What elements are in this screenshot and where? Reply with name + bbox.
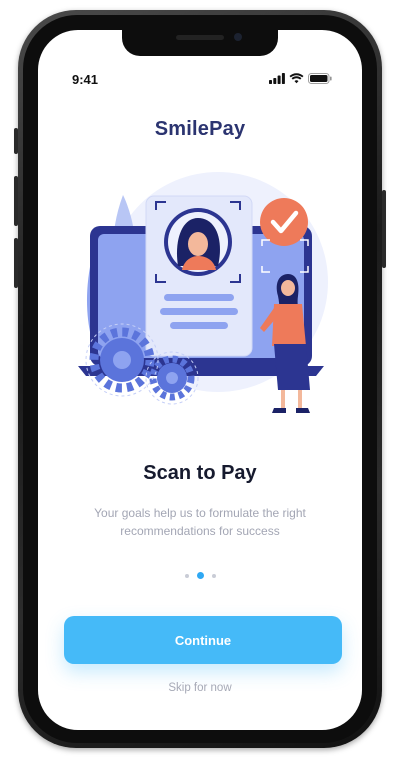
volume-down-button [14, 238, 18, 288]
app-title: SmilePay [154, 118, 246, 140]
onboarding-heading: Scan to Pay [143, 462, 257, 484]
page-indicator [38, 572, 362, 579]
wifi-icon [289, 73, 304, 84]
signal-icon [269, 73, 285, 84]
battery-icon [308, 73, 332, 84]
continue-button[interactable]: Continue [64, 616, 342, 664]
page-dot-3[interactable] [211, 573, 216, 578]
phone-screen: 9:41 SmilePay Scan to Pay Your goals hel… [38, 30, 362, 730]
skip-link[interactable]: Skip for now [38, 682, 362, 694]
status-time: 9:41 [72, 72, 99, 87]
power-button [382, 190, 386, 268]
page-dot-1[interactable] [184, 573, 189, 578]
face-scan-illustration [78, 172, 328, 413]
status-icons [269, 73, 332, 84]
front-camera [234, 33, 242, 41]
page-dot-2-active[interactable] [196, 572, 204, 579]
onboarding-description: Your goals help us to formulate the righ… [94, 506, 306, 538]
notch [122, 30, 278, 56]
volume-up-button [14, 176, 18, 226]
side-button [14, 128, 18, 154]
speaker-grille [176, 35, 224, 40]
